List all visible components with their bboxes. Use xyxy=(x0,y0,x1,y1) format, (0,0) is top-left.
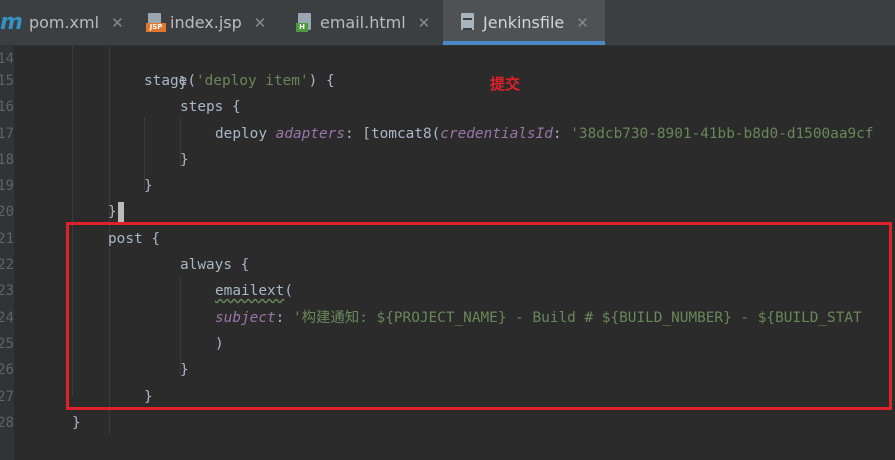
close-icon[interactable]: ✕ xyxy=(254,14,267,32)
tab-email-html[interactable]: H email.html ✕ xyxy=(296,0,442,45)
code-line-16: steps { xyxy=(180,99,241,115)
line-number: 22 xyxy=(0,257,14,273)
line-number: 26 xyxy=(0,362,14,378)
tab-pom-xml[interactable]: m pom.xml ✕ xyxy=(0,0,132,45)
line-number: 15 xyxy=(0,73,14,89)
line-number: 17 xyxy=(0,126,14,142)
line-number: 16 xyxy=(0,99,14,115)
text-cursor xyxy=(117,202,124,222)
tab-label: email.html xyxy=(320,13,406,32)
line-number: 19 xyxy=(0,178,14,194)
line-number: 20 xyxy=(0,204,14,220)
tab-label: Jenkinsfile xyxy=(483,13,565,32)
tab-label: pom.xml xyxy=(28,13,100,32)
close-icon[interactable]: ✕ xyxy=(418,14,431,32)
tab-jenkinsfile[interactable]: Jenkinsfile ✕ xyxy=(443,0,605,45)
close-icon[interactable]: ✕ xyxy=(111,14,124,32)
editor-tab-bar: m pom.xml ✕ JSP index.jsp ✕ H email.html… xyxy=(0,0,895,46)
code-line-18: } xyxy=(180,152,189,168)
code-line-15: stage('deploy item') { xyxy=(144,73,335,89)
line-number: 23 xyxy=(0,283,14,299)
tab-label: index.jsp xyxy=(170,13,242,32)
code-line-28: } xyxy=(72,415,81,431)
line-number: 28 xyxy=(0,415,14,431)
jenkinsfile-icon xyxy=(459,13,475,32)
line-number: 27 xyxy=(0,389,14,405)
jsp-file-icon: JSP xyxy=(146,13,166,32)
html-file-icon: H xyxy=(296,13,312,32)
maven-icon: m xyxy=(0,10,23,35)
annotation-label: 提交 xyxy=(490,75,521,93)
code-line-14: } xyxy=(178,75,188,91)
line-number-gutter: 14 15 16 17 18 19 20 21 22 23 24 25 26 2… xyxy=(0,46,14,460)
tab-index-jsp[interactable]: JSP index.jsp ✕ xyxy=(146,0,286,45)
line-number: 24 xyxy=(0,310,14,326)
code-line-19: } xyxy=(144,178,153,194)
line-number: 25 xyxy=(0,336,14,352)
code-line-17: deploy adapters: [tomcat8(credentialsId:… xyxy=(215,126,874,142)
line-number: 18 xyxy=(0,152,14,168)
line-number: 21 xyxy=(0,231,14,247)
close-icon[interactable]: ✕ xyxy=(576,14,589,32)
highlight-box xyxy=(66,222,892,410)
